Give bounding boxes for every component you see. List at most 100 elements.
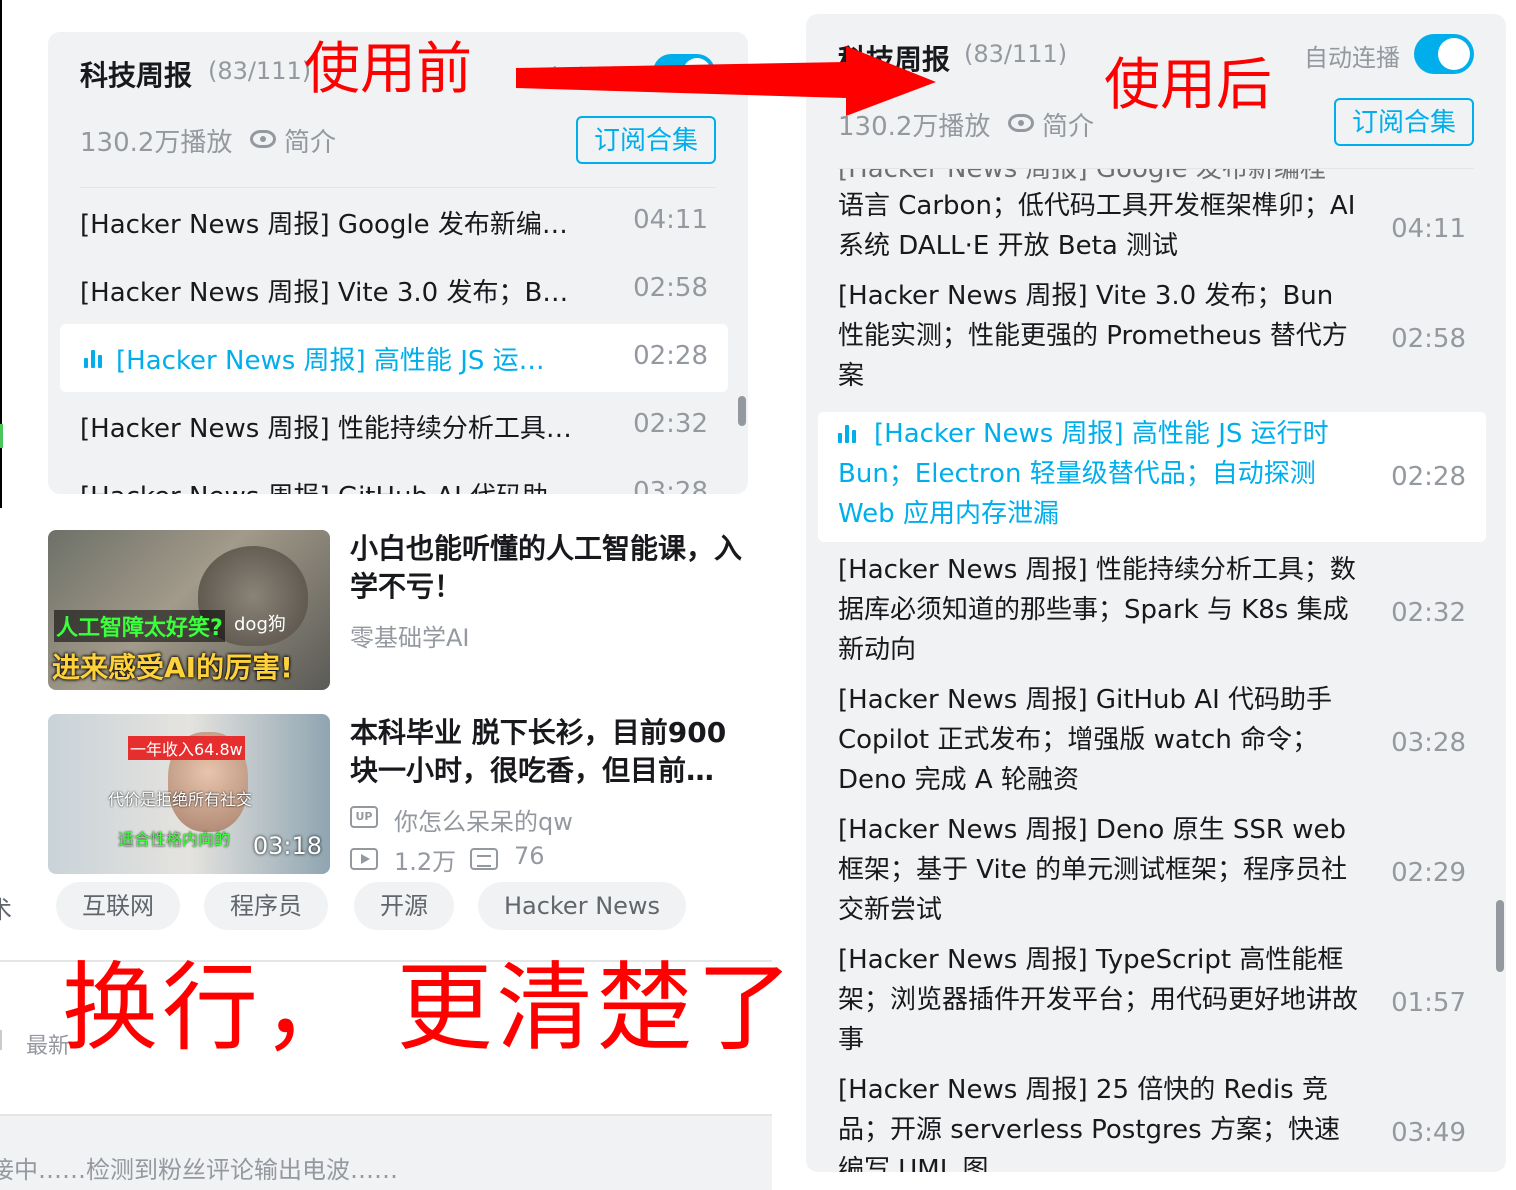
episode-title-wrapper: 语言 Carbon；低代码工具开发框架榫卯；AI 系统 DALL·E 开放 Be…	[838, 186, 1358, 266]
episode-title: [Hacker News 周报] 高性能 JS 运行时 Bun；Electron…	[838, 419, 1329, 529]
episode-title: [Hacker News 周报] 性能持续分析工具；数据库必须知道的那些事；Sp…	[838, 555, 1356, 665]
episode-title: [Hacker News 周报] 高性能 JS 运…	[116, 346, 545, 376]
episode-title-wrapper: [Hacker News 周报] Deno 原生 SSR web 框架；基于 V…	[838, 810, 1358, 930]
episode-title: [Hacker News 周报] GitHub AI 代码助手 Copilot …	[838, 685, 1333, 795]
thumbnail-caption: 代价是拒绝所有社交	[108, 790, 253, 809]
episode-duration: 04:11	[1391, 214, 1466, 244]
episode-title: [Hacker News 周报] GitHub AI 代码助…	[80, 476, 590, 494]
thumbnail-caption: 适合性格内向的	[118, 830, 231, 849]
episode-title: [Hacker News 周报] Vite 3.0 发布；B…	[80, 278, 569, 308]
up-badge-icon: UP	[350, 806, 378, 828]
annotation-before: 使用前	[304, 37, 472, 102]
now-playing-icon	[84, 350, 106, 368]
episode-duration: 02:58	[633, 273, 708, 303]
episode-duration: 02:32	[633, 409, 708, 439]
thumbnail-caption: 一年收入64.8w	[128, 736, 245, 760]
episode-duration: 03:28	[633, 477, 708, 494]
thumbnail-caption: 人工智障太好笑?	[54, 610, 225, 642]
eye-icon	[250, 130, 276, 148]
tag-hacker-news[interactable]: Hacker News	[478, 882, 686, 930]
thumbnail-label: dog狗	[234, 614, 286, 635]
episode-title-wrapper: [Hacker News 周报] 高性能 JS 运行时 Bun；Electron…	[838, 414, 1358, 534]
scrollbar[interactable]	[738, 396, 746, 426]
intro-link[interactable]: 简介	[284, 122, 336, 159]
episode-title-clipped: [Hacker News 周报] Google 发布新编程	[838, 154, 1326, 184]
playlist-count: (83/111)	[964, 40, 1068, 68]
episode-item[interactable]: [Hacker News 周报] 性能持续分析工具… 02:32	[60, 392, 728, 460]
autoplay-toggle[interactable]	[1414, 34, 1474, 74]
autoplay-label: 自动连播	[1304, 44, 1400, 72]
episode-duration: 01:57	[1391, 988, 1466, 1018]
subscribe-collection-button[interactable]: 订阅合集	[576, 116, 716, 164]
sort-separator	[0, 1030, 2, 1050]
episode-item[interactable]: 语言 Carbon；低代码工具开发框架榫卯；AI 系统 DALL·E 开放 Be…	[818, 184, 1486, 274]
episode-title-wrapper: [Hacker News 周报] TypeScript 高性能框架；浏览器插件开…	[838, 940, 1358, 1060]
episode-item[interactable]: [Hacker News 周报] 高性能 JS 运… 02:28	[60, 324, 728, 392]
episode-title: [Hacker News 周报] Deno 原生 SSR web 框架；基于 V…	[838, 815, 1348, 925]
danmaku-count: 76	[514, 842, 545, 870]
eye-icon	[1008, 114, 1034, 132]
episode-title-wrapper: [Hacker News 周报] 25 倍快的 Redis 竞品；开源 serv…	[838, 1070, 1358, 1172]
tag-internet[interactable]: 互联网	[56, 882, 180, 930]
annotation-after: 使用后	[1104, 53, 1272, 118]
episode-item[interactable]: [Hacker News 周报] Google 发布新编… 04:11	[60, 188, 728, 256]
recommended-video[interactable]: 人工智障太好笑? dog狗 进来感受AI的厉害! 小白也能听懂的人工智能课，入学…	[48, 530, 748, 690]
episode-list: [Hacker News 周报] Google 发布新编… 04:11 [Hacke…	[60, 188, 728, 494]
episode-title: [Hacker News 周报] 性能持续分析工具…	[80, 414, 572, 444]
now-playing-icon	[838, 425, 862, 443]
view-count: 1.2万	[394, 848, 457, 876]
episode-item[interactable]: [Hacker News 周报] Vite 3.0 发布；Bun 性能实测；性能…	[818, 274, 1486, 404]
scrollbar[interactable]	[1496, 900, 1504, 972]
arrow-shape	[516, 46, 936, 116]
episode-duration: 02:58	[1391, 324, 1466, 354]
video-title[interactable]: 本科毕业 脱下长衫，目前900块一小时，很吃香，但目前…	[350, 714, 750, 790]
recommended-video[interactable]: 一年收入64.8w 代价是拒绝所有社交 适合性格内向的 03:18 本科毕业 脱…	[48, 714, 750, 876]
thumbnail-caption: 进来感受AI的厉害!	[52, 651, 293, 684]
video-duration: 03:18	[252, 832, 322, 860]
episode-title-wrapper: [Hacker News 周报] GitHub AI 代码助手 Copilot …	[838, 680, 1358, 800]
danmaku-icon	[470, 848, 498, 870]
annotation-wrap-note: 换行， 更清楚了	[62, 952, 797, 1064]
episode-item[interactable]: [Hacker News 周报] Deno 原生 SSR web 框架；基于 V…	[818, 808, 1486, 938]
episode-duration: 03:28	[1391, 728, 1466, 758]
tag-programmer[interactable]: 程序员	[204, 882, 328, 930]
video-author[interactable]: 你怎么呆呆的qw	[394, 802, 573, 837]
episode-item[interactable]: [Hacker News 周报] 性能持续分析工具；数据库必须知道的那些事；Sp…	[818, 548, 1486, 678]
episode-duration: 04:11	[633, 205, 708, 235]
episode-duration: 02:32	[1391, 598, 1466, 628]
episode-title: [Hacker News 周报] Vite 3.0 发布；Bun 性能实测；性能…	[838, 281, 1348, 391]
episode-title: [Hacker News 周报] TypeScript 高性能框架；浏览器插件开…	[838, 945, 1359, 1055]
episode-title: 语言 Carbon；低代码工具开发框架榫卯；AI 系统 DALL·E 开放 Be…	[838, 191, 1356, 261]
episode-title-wrapper: [Hacker News 周报] Vite 3.0 发布；Bun 性能实测；性能…	[838, 276, 1358, 396]
left-edge-indicator	[0, 424, 3, 448]
play-count: 130.2万播放	[80, 128, 233, 158]
video-thumbnail[interactable]: 人工智障太好笑? dog狗 进来感受AI的厉害!	[48, 530, 330, 690]
episode-item[interactable]: [Hacker News 周报] 高性能 JS 运行时 Bun；Electron…	[818, 412, 1486, 542]
tag-cut[interactable]: 术	[0, 890, 12, 925]
episode-title: [Hacker News 周报] Google 发布新编…	[80, 210, 568, 240]
episode-duration: 02:29	[1391, 858, 1466, 888]
episode-item[interactable]: [Hacker News 周报] 25 倍快的 Redis 竞品；开源 serv…	[818, 1068, 1486, 1172]
episode-duration: 02:28	[1391, 462, 1466, 492]
episode-item[interactable]: [Hacker News 周报] Vite 3.0 发布；B… 02:58	[60, 256, 728, 324]
play-count-icon	[350, 848, 378, 870]
divider	[838, 168, 1474, 169]
subscribe-collection-button[interactable]: 订阅合集	[1334, 98, 1474, 146]
comment-placeholder: 接中……检测到粉丝评论输出电波……	[0, 1156, 398, 1184]
episode-title: [Hacker News 周报] 25 倍快的 Redis 竞品；开源 serv…	[838, 1075, 1340, 1172]
episode-item[interactable]: [Hacker News 周报] TypeScript 高性能框架；浏览器插件开…	[818, 938, 1486, 1068]
playlist-panel-after: 科技周报 (83/111) 自动连播 130.2万播放 简介 订阅合集 [Hac…	[806, 14, 1506, 1172]
intro-link[interactable]: 简介	[1042, 106, 1094, 143]
arrow-annotation	[516, 46, 936, 116]
video-title[interactable]: 小白也能听懂的人工智能课，入学不亏！	[350, 530, 750, 606]
episode-title-wrapper: [Hacker News 周报] 性能持续分析工具；数据库必须知道的那些事；Sp…	[838, 550, 1358, 670]
episode-item[interactable]: [Hacker News 周报] GitHub AI 代码助手 Copilot …	[818, 678, 1486, 808]
tag-open-source[interactable]: 开源	[354, 882, 454, 930]
episode-duration: 03:49	[1391, 1118, 1466, 1148]
video-thumbnail[interactable]: 一年收入64.8w 代价是拒绝所有社交 适合性格内向的 03:18	[48, 714, 330, 874]
playlist-title: 科技周报	[80, 59, 193, 92]
episode-item[interactable]: [Hacker News 周报] GitHub AI 代码助… 03:28	[60, 460, 728, 494]
episode-list: 语言 Carbon；低代码工具开发框架榫卯；AI 系统 DALL·E 开放 Be…	[818, 184, 1486, 1172]
episode-duration: 02:28	[633, 341, 708, 371]
video-author[interactable]: 零基础学AI	[350, 618, 470, 653]
